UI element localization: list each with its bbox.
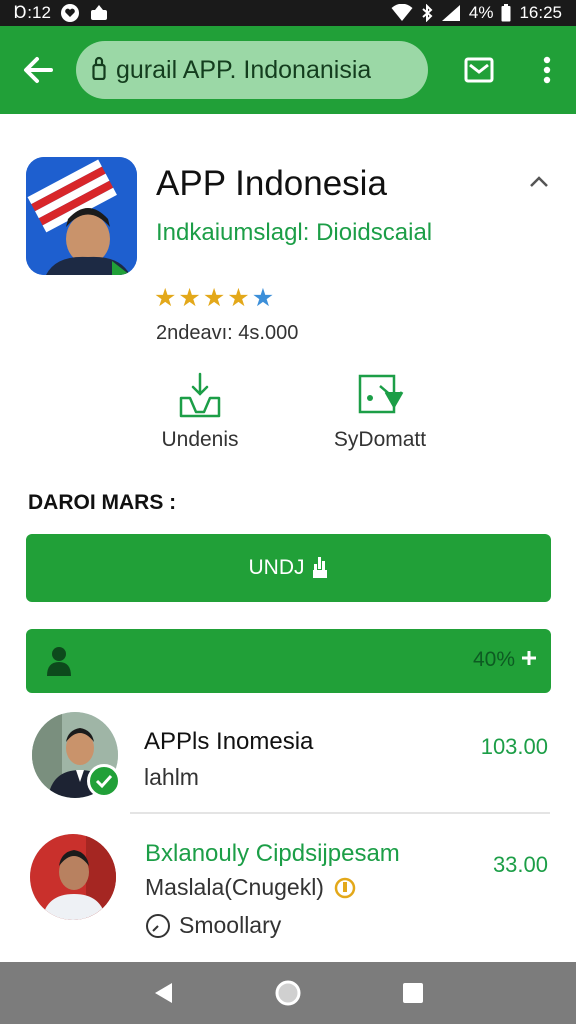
- plus-icon[interactable]: [521, 648, 537, 672]
- nav-home-button[interactable]: [268, 973, 308, 1013]
- hand-icon: [312, 557, 327, 578]
- list-item-subtitle: lahlm: [144, 764, 199, 790]
- battery-percent: 4%: [468, 3, 494, 22]
- action-label: Undenis: [161, 428, 239, 451]
- list-item-extra: Smoollary: [145, 912, 281, 939]
- mail-icon: [464, 57, 494, 83]
- more-options-button[interactable]: [524, 26, 570, 114]
- verified-badge-icon: [87, 764, 121, 798]
- mail-button[interactable]: [434, 26, 524, 114]
- progress-percent: 40%: [472, 648, 515, 671]
- app-title: APP Indonesia: [156, 164, 387, 203]
- triangle-back-icon: [154, 983, 172, 1003]
- circle-home-icon: [275, 980, 301, 1006]
- app-notification-icon: [89, 4, 109, 22]
- list-item-subtitle: Maslala(Cnugekl): [145, 874, 356, 901]
- coin-icon: [334, 877, 356, 898]
- star-icon: ★: [178, 284, 201, 312]
- clock-icon: [146, 913, 170, 938]
- downloads-count: 2ndeavı: 4s.000: [156, 322, 299, 344]
- navigation-bar: [0, 962, 576, 1024]
- heart-notification-icon: [60, 4, 79, 22]
- nav-back-button[interactable]: [143, 973, 183, 1013]
- section-title: DAROI MARS :: [28, 491, 177, 514]
- status-bar: Ɒ:12 4% 16:25: [0, 0, 576, 26]
- star-icon: ★: [154, 284, 177, 312]
- user-icon: [47, 647, 71, 676]
- square-recents-icon: [403, 983, 424, 1003]
- progress-value: 40%: [473, 648, 537, 672]
- wifi-icon: [391, 4, 413, 22]
- bluetooth-icon: [421, 4, 433, 22]
- battery-icon: [501, 4, 511, 22]
- install-button[interactable]: UNDJ: [26, 534, 551, 602]
- lock-icon: [92, 56, 106, 85]
- app-bar: gurail APP. Indonanisia: [0, 26, 576, 114]
- status-time-right: 16:25: [519, 3, 562, 22]
- list-item-title: Bxlanouly Cipdsijpesam: [145, 840, 400, 867]
- divider: [130, 812, 550, 814]
- star-icon: ★: [227, 284, 250, 312]
- share-image-icon: [358, 374, 404, 414]
- signal-icon: [441, 4, 461, 22]
- app-developer: Indkaiumslagl: Dioidscaial: [156, 219, 433, 246]
- url-bar[interactable]: gurail APP. Indonanisia: [76, 41, 428, 99]
- list-item-extra-text: Smoollary: [179, 912, 282, 938]
- action-undenis[interactable]: Undenis: [150, 372, 250, 452]
- star-icon: ★: [202, 284, 226, 312]
- back-arrow-icon: [24, 57, 53, 83]
- more-vert-icon: [543, 56, 551, 84]
- back-button[interactable]: [0, 26, 76, 114]
- action-label: SyDomatt: [333, 428, 427, 451]
- avatar: [30, 834, 116, 920]
- nav-recents-button[interactable]: [393, 973, 433, 1013]
- action-sydomatt[interactable]: SyDomatt: [318, 372, 442, 452]
- progress-bar: 40%: [26, 629, 551, 693]
- install-button-label: UNDJ: [248, 556, 305, 579]
- chevron-up-icon: [530, 176, 548, 187]
- star-icon: ★: [251, 284, 275, 312]
- status-time-left: Ɒ:12: [14, 3, 51, 22]
- list-item-title: APPls Inomesia: [144, 728, 314, 755]
- list-item-subtitle-text: Maslala(Cnugekl): [145, 874, 324, 900]
- app-icon: [26, 157, 137, 275]
- download-hand-icon: [179, 372, 221, 418]
- list-item-price: 103.00: [480, 734, 548, 759]
- list-item-price: 33.00: [492, 852, 548, 877]
- rating-stars: ★ ★ ★ ★ ★: [154, 285, 274, 311]
- collapse-button[interactable]: [522, 168, 556, 196]
- url-text: gurail APP. Indonanisia: [116, 55, 372, 84]
